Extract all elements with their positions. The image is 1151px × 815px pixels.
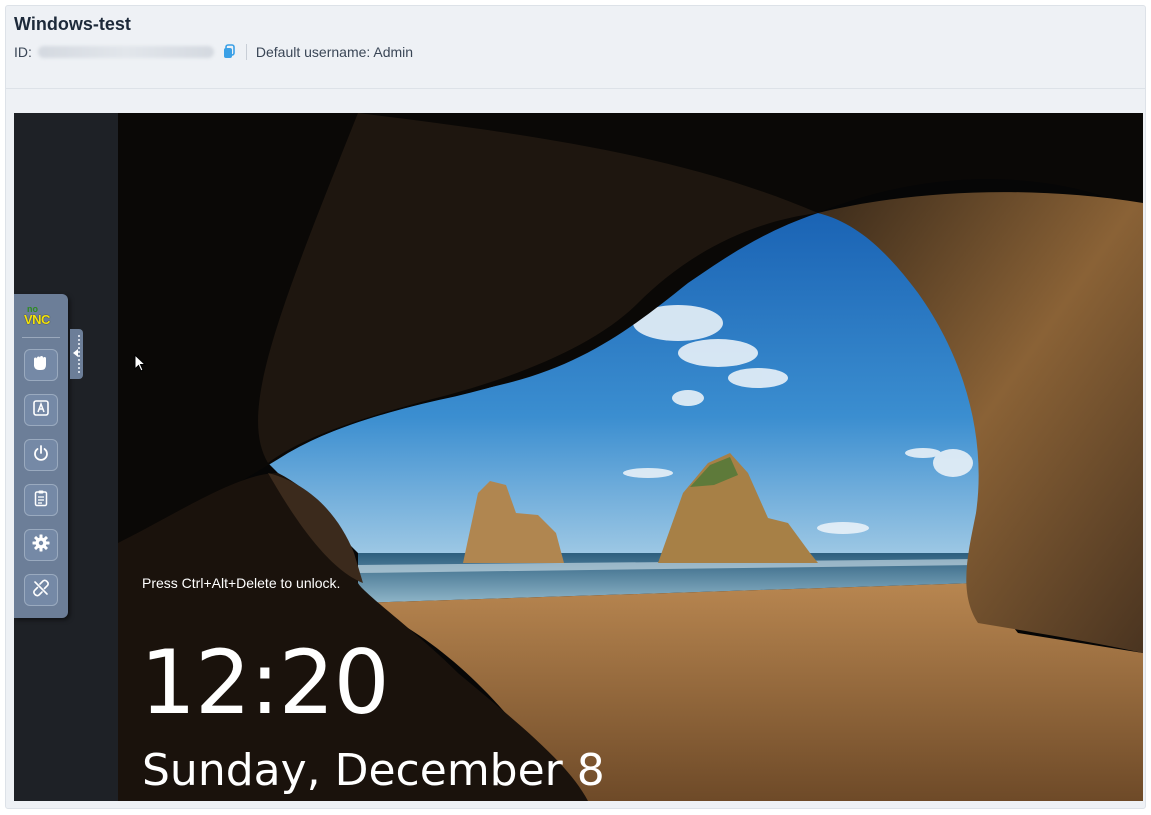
copy-icon[interactable] — [222, 44, 236, 60]
page-title: Windows-test — [14, 14, 131, 34]
vm-meta: ID: •••••••••••••••••••• Default usernam… — [14, 44, 413, 60]
show-keyboard-button[interactable] — [24, 394, 58, 426]
clipboard-button[interactable] — [24, 484, 58, 516]
id-value: •••••••••••••••••••• — [37, 46, 214, 58]
lockscreen-wallpaper[interactable]: Press Ctrl+Alt+Delete to unlock. 12:20 S… — [118, 113, 1143, 801]
grip-icon — [78, 335, 80, 373]
novnc-logo: no VNC — [24, 304, 60, 328]
lock-clock: 12:20 — [140, 631, 390, 734]
header-divider — [6, 88, 1145, 89]
id-label: ID: — [14, 44, 32, 60]
power-icon — [32, 444, 50, 467]
disconnect-icon — [32, 579, 50, 602]
mouse-cursor-icon — [134, 354, 146, 372]
novnc-control-bar: no VNC — [14, 294, 68, 618]
novnc-control-bar-handle[interactable] — [70, 329, 83, 379]
default-username: Default username: Admin — [255, 44, 414, 60]
remote-screen[interactable]: Press Ctrl+Alt+Delete to unlock. 12:20 S… — [14, 113, 1143, 801]
drag-viewport-button[interactable] — [24, 349, 58, 381]
novnc-divider — [22, 337, 60, 338]
disconnect-button[interactable] — [24, 574, 58, 606]
settings-button[interactable] — [24, 529, 58, 561]
hand-icon — [31, 354, 51, 377]
power-button[interactable] — [24, 439, 58, 471]
clipboard-icon — [32, 489, 50, 512]
meta-separator — [245, 44, 247, 60]
gear-icon — [32, 534, 50, 557]
keyboard-icon — [32, 399, 50, 422]
lock-date: Sunday, December 8 — [142, 745, 605, 796]
unlock-message: Press Ctrl+Alt+Delete to unlock. — [142, 575, 341, 591]
novnc-logo-vnc: VNC — [24, 312, 50, 327]
vm-panel: Windows-test ID: •••••••••••••••••••• De… — [5, 5, 1146, 809]
